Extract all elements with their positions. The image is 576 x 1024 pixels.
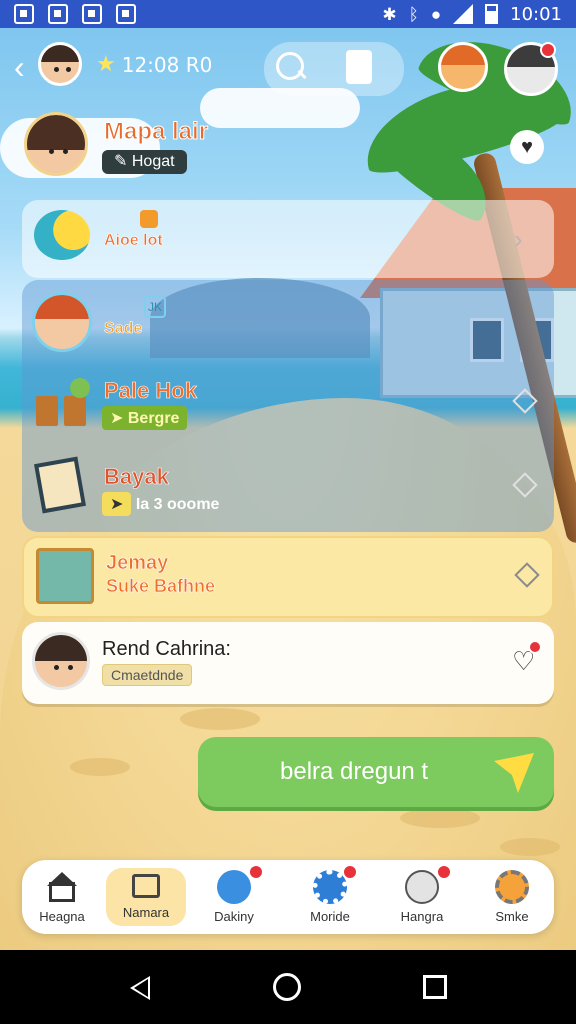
item-tag: ➤ Bergre — [102, 406, 188, 430]
nav-label: Namara — [122, 905, 170, 920]
crate-icon — [36, 548, 94, 604]
list-item[interactable]: Rend Cahrina: Cmaetdnde ♡ — [22, 622, 554, 704]
item-badge: JK — [144, 296, 166, 318]
notification-icons — [14, 4, 136, 24]
game-time-text: 12:08 R0 — [121, 52, 213, 77]
search-icon[interactable] — [274, 50, 308, 84]
status-icons: ✱ ᛒ ● 10:01 — [382, 4, 562, 25]
battery-icon — [485, 4, 499, 24]
notification-icon — [116, 4, 136, 24]
profile-tag: ✎ Hogat — [102, 150, 187, 174]
item-tag: ➤ Ia 3 ooome — [102, 492, 219, 516]
chevron-right-icon: › — [514, 224, 523, 254]
item-title: Jemay — [106, 552, 169, 575]
item-title: Sade — [104, 320, 143, 338]
list-item[interactable]: › — [22, 200, 554, 278]
item-title: Aioe lot — [104, 232, 163, 250]
painting-icon — [33, 456, 87, 514]
top-bar: ‹ ★ 12:08 R0 — [0, 38, 576, 102]
item-subtitle: Suke Bafhne — [106, 576, 216, 597]
profile-avatar[interactable] — [24, 112, 88, 176]
nav-item-home[interactable]: Heagna — [22, 860, 102, 934]
item-title: Bayak — [104, 464, 169, 490]
user-avatar[interactable] — [38, 42, 82, 86]
status-time: 10:01 — [510, 3, 562, 25]
chat-icon — [34, 210, 90, 260]
calendar-icon — [132, 874, 160, 898]
status-bar: ✱ ᛒ ● 10:01 — [0, 0, 576, 28]
sticker-icon — [140, 210, 158, 228]
nav-item-moride[interactable]: Moride — [290, 860, 370, 934]
sand-shadow — [400, 808, 480, 828]
bird-icon — [217, 870, 251, 904]
nav-label: Smke — [495, 909, 529, 924]
nav-label: Heagna — [39, 909, 85, 924]
plant-pots-icon — [34, 378, 92, 430]
location-icon: ● — [430, 4, 442, 24]
nfc-icon: ✱ — [382, 4, 397, 24]
nav-item-namara[interactable]: Namara — [106, 868, 186, 926]
nav-label: Moride — [310, 909, 350, 924]
settings-icon — [495, 870, 529, 904]
notification-badge — [436, 864, 452, 880]
cta-button[interactable]: belra dregun t — [198, 737, 554, 807]
profile-header: Mapa lair ✎ Hogat — [22, 112, 442, 182]
item-title: Pale Hok — [104, 378, 198, 404]
system-nav-bar — [0, 950, 576, 1024]
notification-badge — [342, 864, 358, 880]
system-recents-icon[interactable] — [423, 975, 447, 999]
system-back-icon[interactable] — [130, 976, 150, 1000]
item-avatar[interactable] — [32, 292, 92, 352]
contact-tag: Cmaetdnde — [102, 664, 193, 686]
friend-avatar[interactable] — [438, 42, 488, 92]
notification-icon — [14, 4, 34, 24]
document-icon[interactable] — [346, 50, 372, 84]
profile-name: Mapa lair — [103, 118, 209, 146]
notification-badge — [248, 864, 264, 880]
diamond-icon[interactable] — [514, 562, 540, 588]
bottom-nav: Heagna Namara Dakiny Moride Hangra Smke — [22, 860, 554, 934]
nav-item-dakiny[interactable]: Dakiny — [194, 860, 274, 934]
notification-badge — [540, 42, 556, 58]
palette-icon — [405, 870, 439, 904]
cta-label: belra dregun t — [280, 758, 429, 785]
home-icon — [45, 870, 79, 904]
notification-badge — [528, 640, 542, 654]
notification-icon — [82, 4, 102, 24]
nav-label: Hangra — [400, 909, 444, 924]
sand-shadow — [180, 708, 260, 730]
bluetooth-icon: ᛒ — [408, 4, 419, 24]
list-item[interactable]: Jemay Suke Bafhne — [22, 536, 554, 618]
nav-label: Dakiny — [214, 909, 254, 924]
system-home-icon[interactable] — [273, 973, 301, 1001]
sand-shadow — [70, 758, 130, 776]
nav-item-smke[interactable]: Smke — [472, 860, 552, 934]
notification-icon — [48, 4, 68, 24]
send-icon — [494, 753, 534, 793]
star-icon: ★ — [96, 52, 116, 77]
nav-item-hangra[interactable]: Hangra — [382, 860, 462, 934]
contact-name: Rend Cahrina: — [102, 638, 231, 660]
sand-shadow — [500, 838, 560, 856]
heart-icon[interactable]: ♥ — [510, 130, 544, 164]
signal-icon — [453, 4, 474, 24]
game-time: ★ 12:08 R0 — [96, 52, 212, 77]
contact-avatar[interactable] — [32, 632, 90, 690]
